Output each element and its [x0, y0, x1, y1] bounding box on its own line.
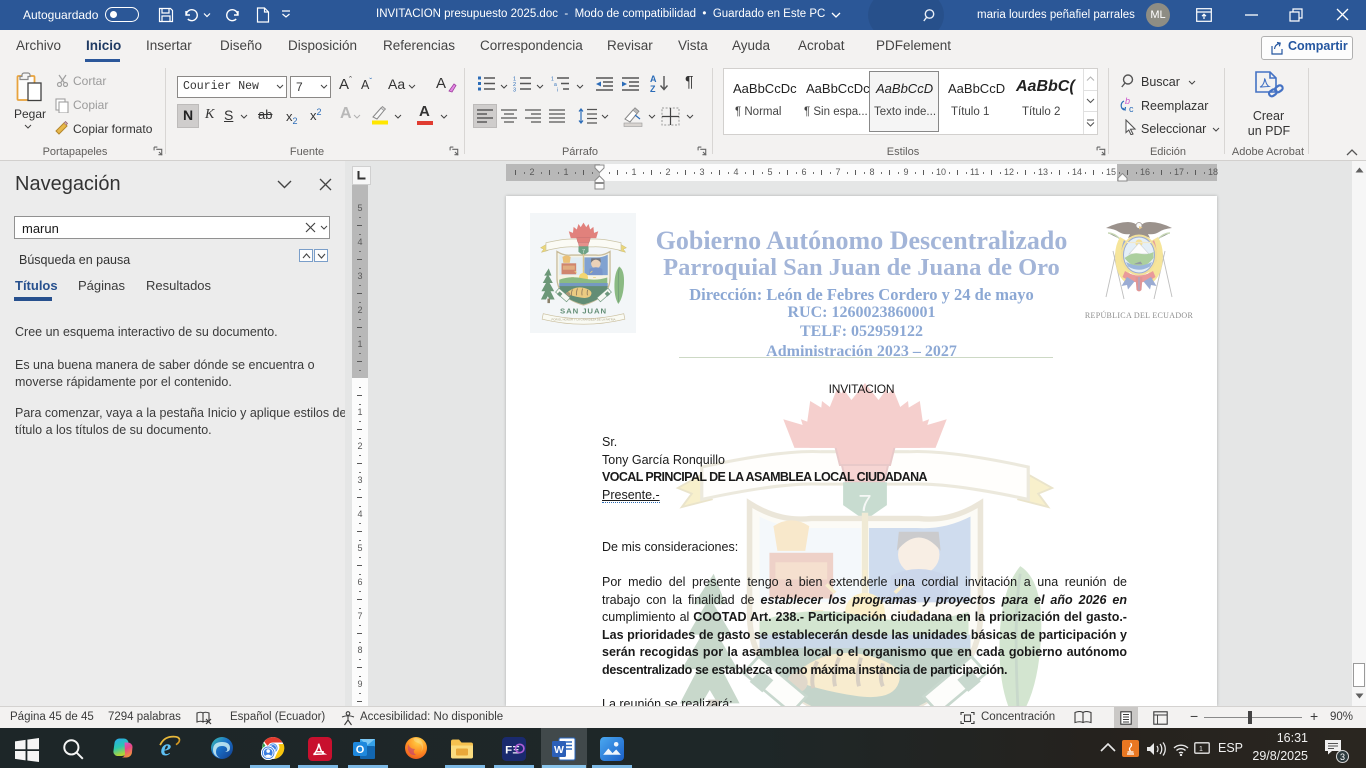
svg-text:3: 3: [513, 88, 516, 93]
svg-text:O: O: [356, 744, 365, 756]
svg-text:i: i: [557, 88, 558, 93]
svg-text:Z: Z: [650, 84, 656, 93]
svg-text:F: F: [505, 745, 512, 757]
svg-text:c: c: [1129, 104, 1134, 114]
svg-text:A: A: [650, 74, 657, 84]
svg-text:W: W: [554, 744, 564, 756]
svg-text:1: 1: [1199, 746, 1203, 753]
